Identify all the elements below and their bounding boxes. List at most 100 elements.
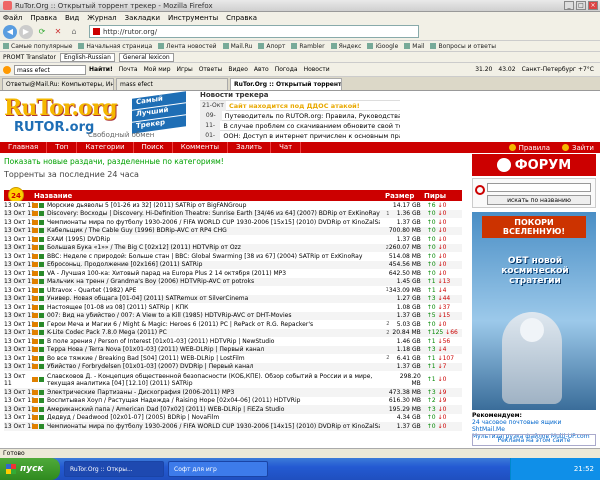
- table-row[interactable]: 13 Окт 11 Терра Нова / Terra Nova [01x01-…: [4, 345, 462, 354]
- menu-bookmarks[interactable]: Закладки: [125, 14, 160, 22]
- row-title[interactable]: Славсковов Д. - Концепция общественной б…: [47, 373, 380, 387]
- row-title[interactable]: ЕХАЙ (1995) DVDRip: [47, 236, 380, 243]
- row-title[interactable]: Электрические Партизаны - Дискография (2…: [47, 389, 379, 396]
- download-icon[interactable]: [32, 415, 38, 421]
- download-icon[interactable]: [32, 304, 38, 310]
- row-title[interactable]: Настоящее [01-08 из 08] (2011) SATRip | …: [47, 304, 380, 311]
- bookmark-item[interactable]: iGoogle: [367, 43, 398, 50]
- bookmark-item[interactable]: Mail.Ru: [223, 43, 253, 50]
- magnet-icon[interactable]: [39, 406, 44, 412]
- table-row[interactable]: 13 Окт 11 Дедвуд / Deadwood [02x01-07] (2…: [4, 413, 462, 422]
- toolbar-search-input[interactable]: mass efect: [14, 64, 86, 75]
- download-icon[interactable]: [32, 406, 38, 412]
- download-icon[interactable]: [32, 236, 38, 242]
- back-icon[interactable]: ◀: [3, 24, 17, 39]
- download-icon[interactable]: [32, 321, 38, 327]
- bookmark-item[interactable]: Вопросы и ответы: [430, 43, 496, 50]
- row-title[interactable]: Чемпионаты мира по футболу 1930-2006 / F…: [47, 423, 380, 430]
- taskbar-item[interactable]: RuTor.Org :: Откры...: [64, 461, 164, 477]
- magnet-icon[interactable]: [39, 347, 44, 353]
- magnet-icon[interactable]: [39, 364, 44, 370]
- ad-banner[interactable]: ПОКОРИ ВСЕЛЕННУЮ! ОБТ новой космической …: [472, 212, 596, 410]
- toolbar-item[interactable]: Ответы: [199, 66, 223, 73]
- magnet-icon[interactable]: [39, 296, 44, 302]
- table-row[interactable]: 13 Окт 11 Воспитывая Хоуп / Растущая Наде…: [4, 396, 462, 405]
- magnet-icon[interactable]: [39, 236, 44, 242]
- news-text[interactable]: В случае проблем со скачиванием обновите…: [220, 122, 400, 130]
- table-row[interactable]: 13 Окт 11 ЕХАЙ (1995) DVDRip 1.37 GB ↑0 ↓0: [4, 235, 462, 244]
- row-title[interactable]: Герои Меча и Магии 6 / Might & Magic: He…: [47, 321, 380, 328]
- download-icon[interactable]: [32, 211, 38, 217]
- magnet-icon[interactable]: [39, 389, 44, 395]
- magnet-icon[interactable]: [39, 245, 44, 251]
- menu-help[interactable]: Справка: [226, 14, 257, 22]
- row-title[interactable]: Ultravox - Quartet (1982) APE: [47, 287, 379, 294]
- download-icon[interactable]: [32, 262, 38, 268]
- row-title[interactable]: Большая Бука «1»» / The Big C [02x12] (2…: [47, 244, 379, 251]
- table-row[interactable]: 13 Окт 11 BBC: Неделе с природой: Больше …: [4, 252, 462, 261]
- magnet-icon[interactable]: [39, 202, 44, 208]
- nav-upload[interactable]: Залить: [228, 142, 272, 153]
- magnet-icon[interactable]: [39, 423, 44, 429]
- recommend-link[interactable]: 24 часовое почтовые ящики ShtMail.Me: [472, 419, 561, 433]
- row-title[interactable]: Чемпионаты мира по футболу 1930-2006 / F…: [47, 219, 380, 226]
- row-title[interactable]: Американский папа / American Dad [07x02]…: [47, 406, 379, 413]
- bookmark-item[interactable]: Начальная страница: [78, 43, 152, 50]
- nav-top[interactable]: Топ: [47, 142, 78, 153]
- row-title[interactable]: В поле зрения / Person of Interest [01x0…: [47, 338, 380, 345]
- magnet-icon[interactable]: [39, 228, 44, 234]
- table-row[interactable]: 13 Окт 11 Американский папа / American Da…: [4, 405, 462, 414]
- magnet-icon[interactable]: [39, 211, 44, 217]
- row-title[interactable]: Морские дьяволы 5 [01-26 из 32] (2011) S…: [47, 202, 380, 209]
- magnet-icon[interactable]: [39, 279, 44, 285]
- table-row[interactable]: 13 Окт 11 Настоящее [01-08 из 08] (2011) …: [4, 303, 462, 312]
- toolbar-item[interactable]: Новости: [304, 66, 330, 73]
- table-row[interactable]: 13 Окт 11 Discovery: Восходы | Discovery.…: [4, 209, 462, 218]
- advertise-link[interactable]: Реклама на этом сайте: [472, 434, 596, 446]
- download-icon[interactable]: [32, 287, 38, 293]
- magnet-icon[interactable]: [39, 304, 44, 310]
- forward-icon[interactable]: ▶: [19, 24, 33, 39]
- bookmark-item[interactable]: Самые популярные: [3, 43, 72, 50]
- magnet-icon[interactable]: [39, 262, 44, 268]
- row-title[interactable]: VA - Лучшая 100-ка: Хитовый парад на Eur…: [47, 270, 379, 277]
- table-row[interactable]: 13 Окт 11 VA - Лучшая 100-ка: Хитовый пар…: [4, 269, 462, 278]
- toolbar-item[interactable]: Видео: [228, 66, 248, 73]
- nav-comments[interactable]: Комменты: [173, 142, 229, 153]
- magnet-icon[interactable]: [39, 355, 44, 361]
- menu-tools[interactable]: Инструменты: [168, 14, 218, 22]
- table-row[interactable]: 13 Окт 11 Электрические Партизаны - Диско…: [4, 388, 462, 397]
- table-row[interactable]: 13 Окт 11 Ебросоньц. Продолжение [02x166]…: [4, 260, 462, 269]
- bookmark-item[interactable]: Mail: [404, 43, 424, 50]
- download-icon[interactable]: [32, 253, 38, 259]
- toolbar-item[interactable]: Мой мир: [144, 66, 171, 73]
- nav-rules[interactable]: Правила: [503, 144, 556, 152]
- toolbar-item[interactable]: Игры: [177, 66, 193, 73]
- table-row[interactable]: 13 Окт 11 Убийство / Forbrydelsen [01x01-…: [4, 362, 462, 371]
- promt-language-select[interactable]: English-Russian: [59, 52, 115, 62]
- table-row[interactable]: 13 Окт 11 Большая Бука «1»» / The Big C […: [4, 243, 462, 252]
- start-button[interactable]: пуск: [0, 458, 60, 480]
- minimize-button[interactable]: _: [564, 1, 574, 10]
- table-row[interactable]: 13 Окт 11 Морские дьяволы 5 [01-26 из 32]…: [4, 201, 462, 210]
- toolbar-find-button[interactable]: Найти!: [89, 66, 113, 73]
- bookmark-item[interactable]: Яндекс: [331, 43, 362, 50]
- table-row[interactable]: 13 Окт 11 Чемпионаты мира по футболу 1930…: [4, 218, 462, 227]
- download-icon[interactable]: [32, 377, 38, 382]
- tab-rutor[interactable]: RuTor.Org :: Открытый торрент...: [230, 78, 342, 90]
- stop-icon[interactable]: ✕: [51, 25, 65, 39]
- download-icon[interactable]: [32, 202, 38, 208]
- taskbar-item[interactable]: Софт для игр: [168, 461, 268, 477]
- news-text[interactable]: ООН: Доступ в интернет причислен к основ…: [220, 132, 400, 140]
- table-row[interactable]: 13 Окт 11 Во все тяжкие / Breaking Bad [S…: [4, 354, 462, 363]
- home-icon[interactable]: ⌂: [67, 25, 81, 39]
- nav-chat[interactable]: Чат: [271, 142, 302, 153]
- tab-mass-efect[interactable]: mass efect: [116, 78, 228, 90]
- magnet-icon[interactable]: [39, 253, 44, 259]
- bookmark-item[interactable]: Rambler: [291, 43, 324, 50]
- menu-history[interactable]: Журнал: [87, 14, 116, 22]
- row-title[interactable]: Мальчик на тренн / Grandma's Boy (2006) …: [47, 278, 380, 285]
- search-button[interactable]: искать по названию: [487, 195, 591, 205]
- search-input[interactable]: [487, 183, 591, 192]
- nav-home[interactable]: Главная: [0, 142, 48, 153]
